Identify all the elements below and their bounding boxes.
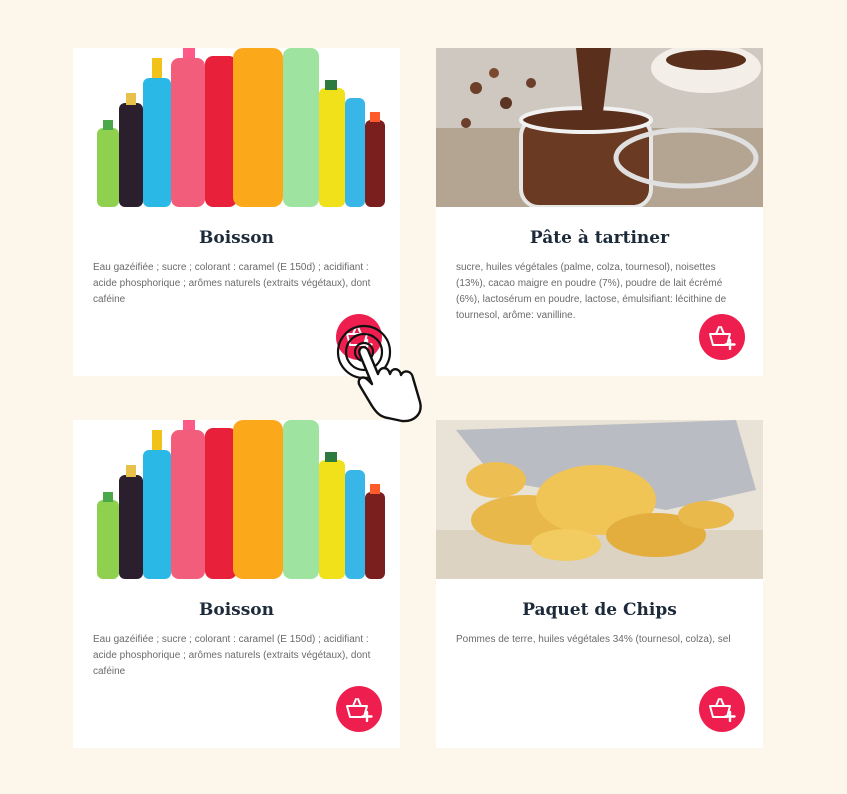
product-description: sucre, huiles végétales (palme, colza, t… <box>456 262 727 321</box>
tap-hand-icon <box>336 324 422 423</box>
product-image-potato-chips <box>436 420 763 579</box>
add-to-cart-button[interactable] <box>699 314 745 360</box>
add-to-basket-icon <box>346 698 373 722</box>
product-title: Pâte à tartiner <box>529 228 670 248</box>
product-description: Eau gazéifiée ; sucre ; colorant : caram… <box>93 262 371 305</box>
product-image-soda-bottles <box>73 420 400 579</box>
add-to-cart-button[interactable] <box>699 686 745 732</box>
product-image-chocolate-spread-jar <box>436 48 763 207</box>
add-to-cart-button[interactable] <box>336 686 382 732</box>
product-card-pate-a-tartiner: Pâte à tartiner sucre, huiles végétales … <box>436 48 763 376</box>
product-image-soda-bottles <box>73 48 400 207</box>
product-card-boisson: Boisson Eau gazéifiée ; sucre ; colorant… <box>73 420 400 748</box>
product-title: Paquet de Chips <box>522 600 677 620</box>
add-to-basket-icon <box>709 698 736 722</box>
product-description: Eau gazéifiée ; sucre ; colorant : caram… <box>93 634 371 677</box>
product-title: Boisson <box>198 228 274 248</box>
product-description: Pommes de terre, huiles végétales 34% (t… <box>456 634 731 645</box>
product-card-paquet-de-chips: Paquet de Chips Pommes de terre, huiles … <box>436 420 763 748</box>
add-to-basket-icon <box>709 326 736 350</box>
product-title: Boisson <box>198 600 274 620</box>
